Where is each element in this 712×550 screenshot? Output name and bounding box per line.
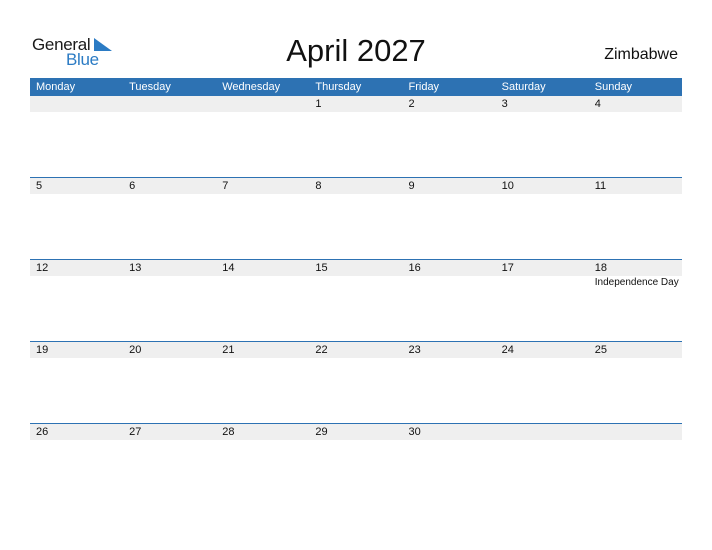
day-number: [216, 96, 309, 112]
day-number: 9: [408, 180, 415, 192]
weekday-label: Tuesday: [129, 81, 171, 93]
weekday-label: Friday: [408, 81, 440, 93]
weekday-label: Saturday: [501, 81, 546, 93]
day-number: 20: [129, 344, 142, 356]
day-number: 11: [594, 180, 607, 192]
day-number: [589, 424, 682, 440]
day-number: 15: [315, 262, 328, 274]
calendar-week: 26 27 28 29 30: [30, 423, 682, 505]
date-bar: 12 13 14 15 16 17 18: [30, 260, 682, 276]
weeks-container: 1 2 3 4 5 6 7 8 9 10 11 12 13 14 15 16 17 18 Independence …: [30, 96, 682, 505]
calendar-week: 5 6 7 8 9 10 11: [30, 177, 682, 259]
holiday-event: [216, 276, 309, 290]
day-number: 23: [408, 344, 421, 356]
holiday-event: [496, 276, 589, 290]
weekday-label: Wednesday: [222, 81, 281, 93]
day-number: 17: [501, 262, 514, 274]
date-bar: 19 20 21 22 23 24 25: [30, 342, 682, 358]
holiday-event: Independence Day: [594, 277, 679, 288]
country-label: Zimbabwe: [604, 46, 678, 63]
day-number: 5: [36, 180, 43, 192]
holiday-event: [403, 276, 496, 290]
holiday-event: [309, 276, 402, 290]
day-number: 18: [594, 262, 607, 274]
day-number: 29: [315, 426, 328, 438]
day-number: 13: [129, 262, 142, 274]
weekday-label: Sunday: [594, 81, 633, 93]
events-row: Independence Day: [30, 276, 682, 290]
day-number: [30, 96, 123, 112]
day-number: 19: [36, 344, 49, 356]
day-number: 26: [36, 426, 49, 438]
day-number: 27: [129, 426, 142, 438]
holiday-event: [30, 276, 123, 290]
day-number: 6: [129, 180, 136, 192]
date-bar: 5 6 7 8 9 10 11: [30, 178, 682, 194]
day-number: [496, 424, 589, 440]
day-number: 4: [594, 98, 601, 110]
day-number: 14: [222, 262, 235, 274]
date-bar: 1 2 3 4: [30, 96, 682, 112]
weekday-header: Monday Tuesday Wednesday Thursday Friday…: [30, 78, 682, 96]
day-number: 12: [36, 262, 49, 274]
day-number: 1: [315, 98, 322, 110]
day-number: 16: [408, 262, 421, 274]
date-bar: 26 27 28 29 30: [30, 424, 682, 440]
calendar-week: 12 13 14 15 16 17 18 Independence Day: [30, 259, 682, 341]
calendar-week: 19 20 21 22 23 24 25: [30, 341, 682, 423]
day-number: 30: [408, 426, 421, 438]
day-number: 22: [315, 344, 328, 356]
weekday-label: Monday: [36, 81, 76, 93]
day-number: 3: [501, 98, 508, 110]
day-number: 25: [594, 344, 607, 356]
day-number: 7: [222, 180, 229, 192]
day-number: 10: [501, 180, 514, 192]
day-number: 2: [408, 98, 415, 110]
weekday-label: Thursday: [315, 81, 362, 93]
day-number: 24: [501, 344, 514, 356]
calendar-week: 1 2 3 4: [30, 96, 682, 177]
day-number: 21: [222, 344, 235, 356]
calendar: Monday Tuesday Wednesday Thursday Friday…: [30, 78, 682, 505]
day-number: [123, 96, 216, 112]
day-number: 8: [315, 180, 322, 192]
holiday-event: [123, 276, 216, 290]
day-number: 28: [222, 426, 235, 438]
